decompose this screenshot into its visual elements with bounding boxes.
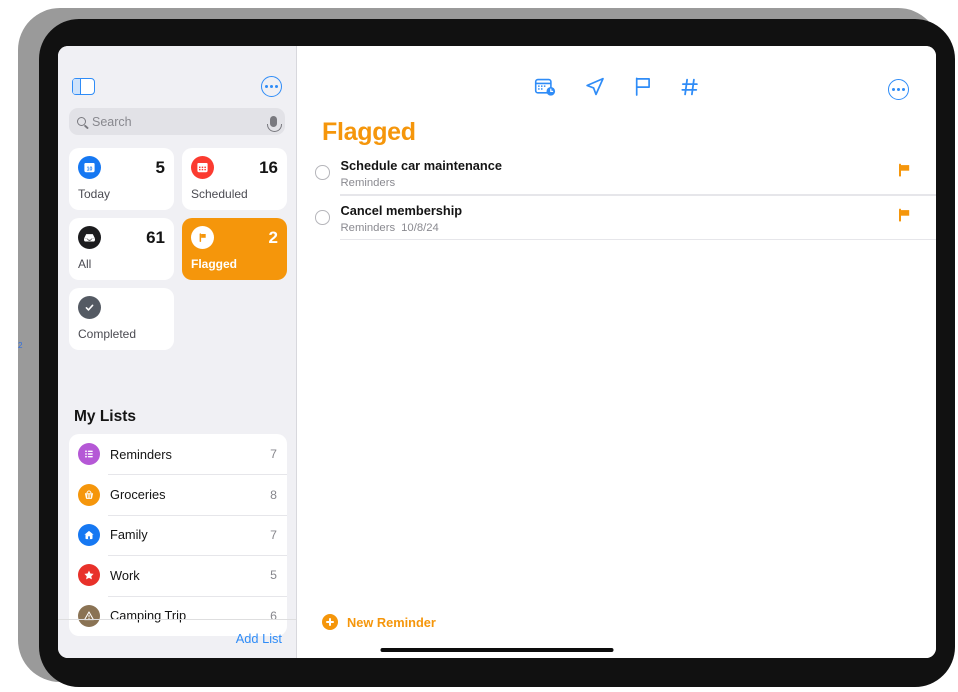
- list-item[interactable]: Camping Trip 6: [69, 595, 287, 636]
- reminder-content: Schedule car maintenance Reminders: [341, 157, 899, 189]
- flag-icon[interactable]: [898, 163, 911, 182]
- reminder-row[interactable]: Cancel membership Reminders 10/8/24: [297, 195, 936, 240]
- smart-list-count: 2: [268, 227, 278, 247]
- list-item-count: 8: [270, 487, 277, 502]
- list-item-count: 6: [270, 608, 277, 623]
- edge-annotation: 2: [18, 341, 23, 350]
- sidebar: Search 10 5 Today 16 Scheduled 61 All 2 …: [58, 46, 296, 658]
- flag-outline-icon[interactable]: [633, 76, 652, 97]
- smart-list-card-all[interactable]: 61 All: [69, 218, 174, 280]
- reminder-row[interactable]: Schedule car maintenance Reminders: [297, 150, 936, 195]
- reminder-subtitle: Reminders: [341, 177, 899, 189]
- reminder-title: Cancel membership: [340, 202, 463, 218]
- reminder-checkbox[interactable]: [315, 165, 330, 180]
- list-item-name: Reminders: [110, 446, 172, 462]
- search-input[interactable]: Search: [69, 108, 285, 135]
- reminder-checkbox[interactable]: [315, 210, 330, 225]
- checkmark-circle-icon: [78, 296, 101, 319]
- smart-list-label: Today: [78, 187, 111, 201]
- reminder-content: Cancel membership Reminders 10/8/24: [341, 202, 899, 234]
- list-item-count: 5: [270, 568, 277, 583]
- list-item[interactable]: Groceries 8: [69, 474, 287, 514]
- smart-list-label: Flagged: [191, 257, 238, 271]
- list-item[interactable]: Work 5: [69, 555, 287, 595]
- calendar-day-icon: 10: [78, 156, 101, 179]
- list-item[interactable]: Reminders 7: [69, 434, 287, 474]
- reminder-list-name: Reminders: [340, 221, 396, 234]
- sidebar-toggle-icon[interactable]: [72, 78, 95, 95]
- hashtag-icon[interactable]: [680, 77, 699, 97]
- flag-icon: [191, 226, 214, 249]
- tray-icon: [78, 226, 101, 249]
- star-icon: [78, 564, 100, 587]
- sidebar-more-button[interactable]: [261, 76, 282, 97]
- svg-text:10: 10: [87, 166, 93, 172]
- add-list-button[interactable]: Add List: [236, 631, 282, 646]
- calendar-icon: [191, 156, 214, 179]
- sidebar-divider: [58, 619, 296, 620]
- smart-list-card-scheduled[interactable]: 16 Scheduled: [182, 148, 287, 210]
- my-lists-container: Reminders 7 Groceries 8 Family 7 Work 5 …: [69, 434, 287, 636]
- flag-icon[interactable]: [898, 208, 911, 227]
- page-title: Flagged: [322, 118, 416, 146]
- reminder-title: Schedule car maintenance: [340, 157, 502, 173]
- smart-list-count: 5: [155, 157, 165, 177]
- reminder-list-name: Reminders: [340, 176, 396, 189]
- ipad-screen: 9:41 AMMon Jun 10 100%: [58, 46, 936, 658]
- new-reminder-label: New Reminder: [347, 614, 436, 630]
- ipad-device-frame: 9:41 AMMon Jun 10 100%: [18, 8, 955, 687]
- main-more-button[interactable]: [888, 79, 909, 100]
- list-item-name: Camping Trip: [110, 608, 187, 624]
- reminder-date: 10/8/24: [401, 221, 439, 234]
- house-icon: [78, 523, 100, 546]
- plus-circle-icon: [322, 614, 338, 630]
- list-bullet-icon: [78, 443, 100, 466]
- circle-ellipsis-icon[interactable]: [261, 76, 282, 97]
- smart-list-label: Completed: [78, 327, 137, 341]
- reminder-list: Schedule car maintenance Reminders Cance…: [297, 150, 936, 240]
- location-arrow-icon[interactable]: [584, 76, 605, 97]
- list-item[interactable]: Family 7: [69, 514, 287, 555]
- list-item-count: 7: [270, 527, 277, 542]
- smart-list-label: All: [78, 257, 92, 271]
- reminder-attribute-toolbar: [534, 76, 699, 97]
- search-placeholder: Search: [92, 114, 132, 129]
- smart-list-label: Scheduled: [191, 187, 248, 201]
- smart-list-count: 61: [146, 227, 165, 247]
- smart-lists-grid: 10 5 Today 16 Scheduled 61 All 2 Flagged…: [69, 148, 287, 350]
- smart-list-card-today[interactable]: 10 5 Today: [69, 148, 174, 210]
- smart-list-card-completed[interactable]: Completed: [69, 288, 174, 350]
- sidebar-toolbar: [58, 72, 296, 108]
- list-item-count: 7: [270, 447, 277, 462]
- main-toolbar: [297, 72, 936, 110]
- reminder-subtitle: Reminders 10/8/24: [341, 222, 899, 234]
- list-item-name: Groceries: [110, 487, 166, 503]
- list-item-name: Work: [110, 567, 140, 583]
- home-indicator[interactable]: [380, 648, 614, 652]
- search-icon: [77, 117, 86, 126]
- calendar-clock-icon[interactable]: [534, 77, 556, 97]
- my-lists-header: My Lists: [74, 408, 137, 425]
- circle-ellipsis-icon[interactable]: [888, 79, 909, 100]
- triangle-exclamation-icon: [78, 604, 100, 627]
- smart-list-card-flagged[interactable]: 2 Flagged: [182, 218, 287, 280]
- list-item-name: Family: [110, 527, 148, 543]
- basket-icon: [78, 483, 100, 506]
- smart-list-count: 16: [259, 157, 278, 177]
- new-reminder-button[interactable]: New Reminder: [322, 614, 436, 630]
- main-pane: Flagged Schedule car maintenance Reminde…: [297, 46, 936, 658]
- microphone-icon[interactable]: [267, 116, 282, 132]
